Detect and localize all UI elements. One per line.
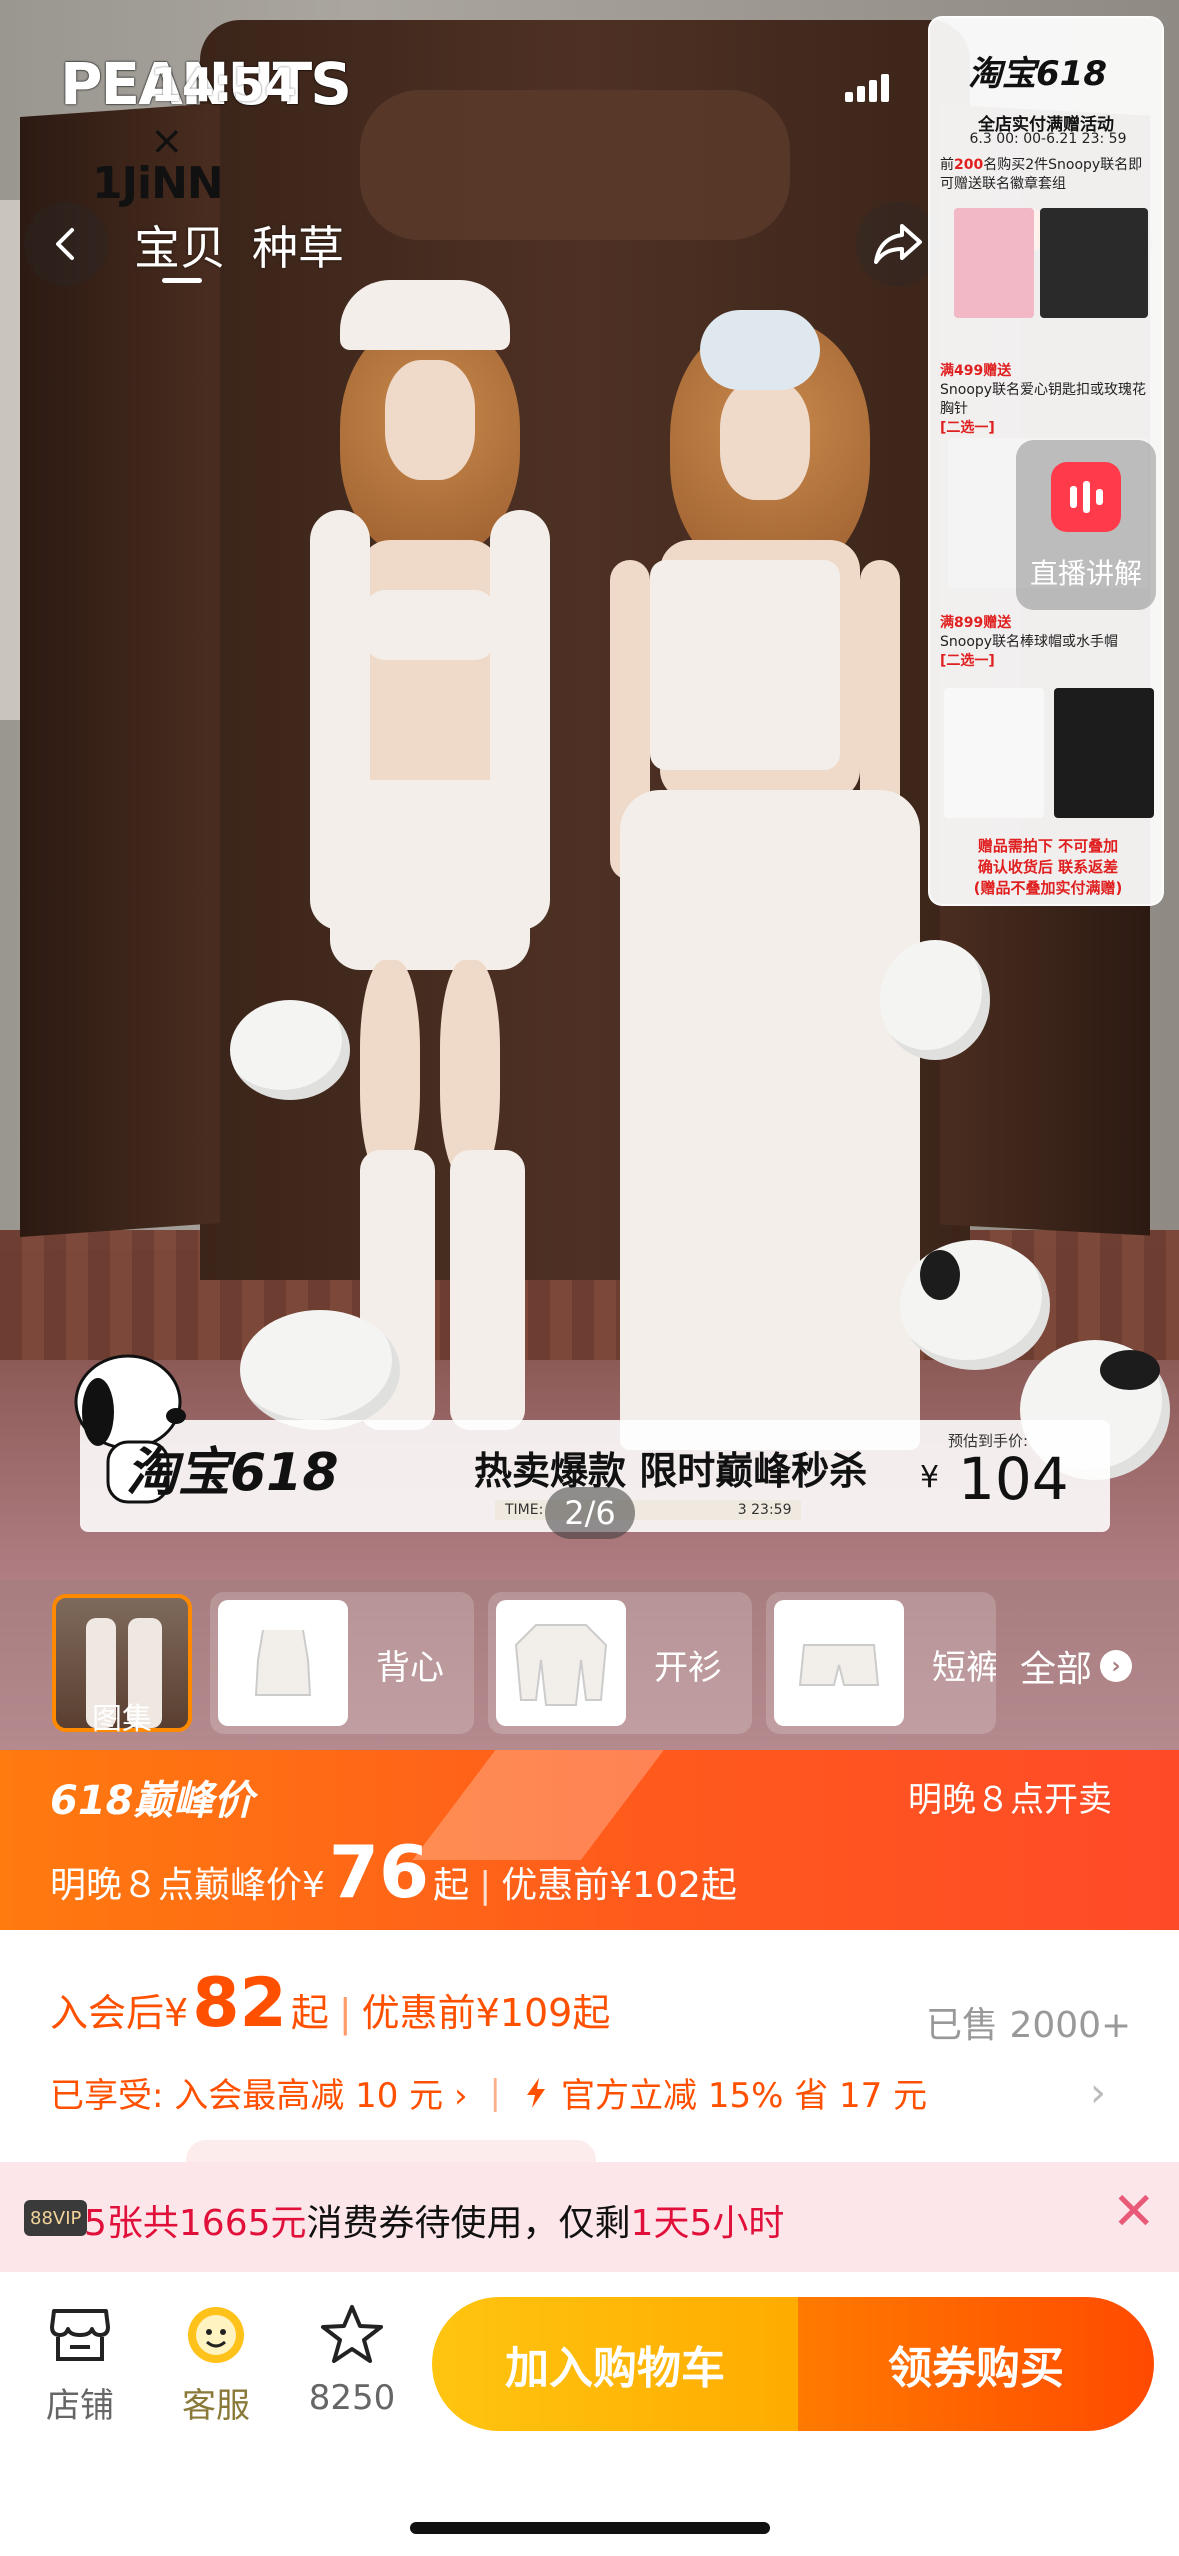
image-pager: 2/6 <box>545 1487 635 1539</box>
coupon-reminder-text: 5张共1665元消费券待使用，仅剩1天5小时 <box>84 2203 785 2244</box>
product-page: PEANUTS × 1JiNN 14:54 宝贝 种草 8 淘宝618 全店实付… <box>0 0 1179 2556</box>
badge-set-image <box>954 208 1034 318</box>
coupon-close-button[interactable]: ✕ <box>1112 2186 1156 2238</box>
promo-logo: 淘宝618 <box>968 54 1107 94</box>
camisole-thumb-image <box>218 1600 348 1726</box>
snoopy-plush <box>230 1000 350 1100</box>
promo-period: 6.3 00: 00-6.21 23: 59 <box>969 131 1127 147</box>
snoopy-ear <box>1100 1350 1160 1390</box>
hat-gift-image <box>944 688 1044 818</box>
customer-service-button[interactable]: 客服 <box>156 2300 276 2427</box>
back-button[interactable] <box>24 202 108 286</box>
gallery-label-shorts: 短裤 <box>932 1648 996 1688</box>
live-bars-icon <box>1051 462 1121 532</box>
member-price-value: 82 <box>192 1964 287 2043</box>
badge-set-image <box>1040 208 1148 318</box>
jinn-logo: 1JiNN <box>92 158 224 209</box>
coupon-buy-button[interactable]: 领券购买 <box>798 2297 1154 2431</box>
chevron-right-circle-icon: › <box>1100 1650 1133 1682</box>
discount-line[interactable]: 已享受: 入会最高减 10 元 › | 官方立减 15% 省 17 元 <box>50 2068 927 2117</box>
peak-price-line: 明晚８点巅峰价¥ 76 起 | 优惠前¥102起 <box>50 1830 737 1914</box>
gallery-view-all[interactable]: 全部 › <box>1020 1640 1133 1692</box>
official-discount: 官方立减 15% 省 17 元 <box>561 2076 928 2116</box>
peak-price-before: 优惠前¥102起 <box>501 1865 737 1906</box>
model-left <box>290 280 610 1430</box>
favorite-count: 8250 <box>308 2378 396 2418</box>
gallery-label-camisole: 背心 <box>376 1648 444 1688</box>
star-icon <box>321 2305 383 2363</box>
shorts-thumb-image <box>774 1600 904 1726</box>
customer-service-icon <box>188 2307 244 2363</box>
chevron-right-icon[interactable]: › <box>1090 2070 1106 2116</box>
sale-start-text: 明晚８点开卖 <box>908 1780 1112 1820</box>
hat-gift-image <box>1054 688 1154 818</box>
peak-price-value: 76 <box>328 1830 430 1914</box>
banner-price: 104 <box>958 1445 1069 1513</box>
tab-item-detail[interactable]: 宝贝 <box>134 212 226 278</box>
live-label: 直播讲解 <box>1029 557 1142 590</box>
lightning-icon <box>527 2077 546 2108</box>
snoopy-ear <box>920 1250 960 1300</box>
member-price-line: 入会后¥ 82 起 | 优惠前¥109起 <box>50 1964 611 2043</box>
snoopy-plush <box>880 940 990 1060</box>
tab-indicator <box>162 278 202 283</box>
model-right <box>600 300 920 1450</box>
add-to-cart-button[interactable]: 加入购物车 <box>432 2297 798 2431</box>
customer-service-label: 客服 <box>182 2386 250 2426</box>
home-indicator <box>410 2522 770 2534</box>
view-all-label: 全部 <box>1020 1649 1093 1690</box>
chevron-left-icon <box>56 228 74 260</box>
tab-recommend[interactable]: 种草 <box>252 212 344 278</box>
cardigan-thumb-image <box>496 1600 626 1726</box>
store-button[interactable]: 店铺 <box>20 2300 140 2427</box>
status-time: 14:54 <box>150 58 297 112</box>
banner-slogan: 热卖爆款 限时巅峰秒杀 <box>474 1449 868 1493</box>
live-explain-button[interactable]: 直播讲解 <box>1016 440 1156 610</box>
88vip-badge: 88VIP <box>24 2200 88 2236</box>
gallery-label-album: 图集 <box>92 1702 152 1737</box>
banner-618-logo: 淘宝618 <box>126 1443 339 1503</box>
member-discount[interactable]: 已享受: 入会最高减 10 元 › <box>50 2068 468 2117</box>
snoopy-plush <box>900 1240 1050 1370</box>
banner-time: TIME: 3 23:59 <box>495 1500 802 1520</box>
snoopy-plush <box>240 1310 400 1430</box>
share-icon <box>874 224 922 264</box>
promo-footer: 赠品需拍下 不可叠加 确认收货后 联系返差 (赠品不叠加实付满赠) <box>973 837 1123 897</box>
promo-rule-1: 前200名购买2件Snoopy联名即可赠送联名徽章套组 <box>940 157 1143 192</box>
peak-price-title: 618巅峰价 <box>50 1778 254 1824</box>
banner-currency: ¥ <box>920 1460 940 1495</box>
cellular-signal-icon <box>845 72 889 102</box>
gallery-label-cardigan: 开衫 <box>654 1648 722 1688</box>
member-price-before: 优惠前¥109起 <box>361 1991 611 2035</box>
sold-count: 已售 2000+ <box>926 2005 1132 2046</box>
store-label: 店铺 <box>46 2386 114 2426</box>
favorite-button[interactable]: 8250 <box>292 2300 412 2418</box>
promo-tier-1: 满499赠送 Snoopy联名爱心钥匙扣或玫瑰花胸针 [二选一] <box>940 363 1147 436</box>
promo-tier-2: 满899赠送 Snoopy联名棒球帽或水手帽 [二选一] <box>940 615 1119 669</box>
wardrobe-crown <box>360 90 790 240</box>
store-icon <box>50 2309 110 2361</box>
